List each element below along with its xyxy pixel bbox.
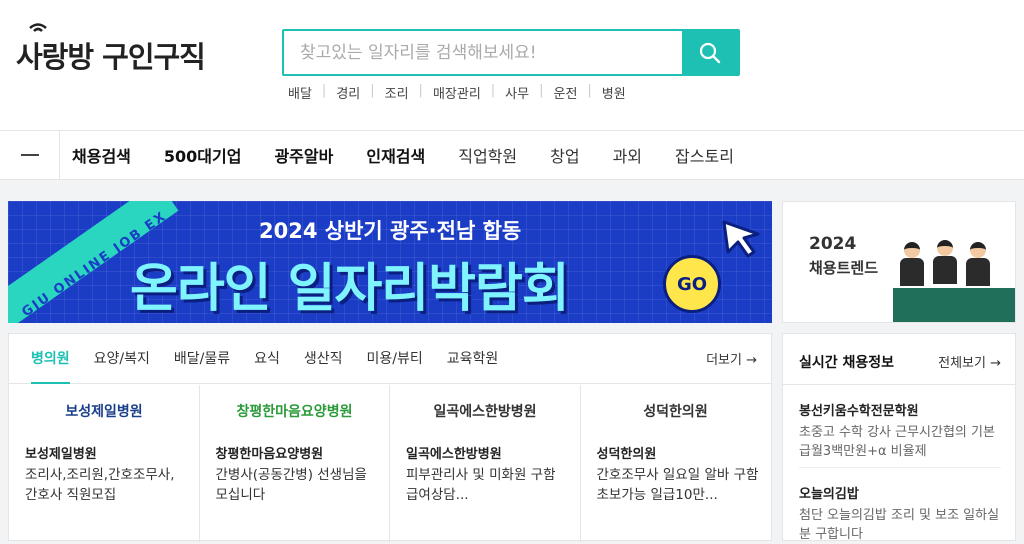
hiring-trend-banner[interactable]: 2024 채용트렌드 bbox=[782, 201, 1016, 323]
interview-desk bbox=[893, 288, 1015, 322]
job-description: 조리사,조리원,간호조무사, 간호사 직원모집 bbox=[25, 467, 175, 503]
trend-title: 채용트렌드 bbox=[809, 259, 879, 277]
nav-items: 채용검색 500대기업 광주알바 인재검색 직업학원 창업 과외 잡스토리 bbox=[60, 143, 767, 167]
job-description: 간호조무사 일요일 알바 구함 초보가능 일급10만... bbox=[596, 467, 759, 503]
header: 사랑방 구인구직 배달| 경리| 조리| 매장관리| 사무| 운전| 병원 bbox=[0, 0, 1024, 130]
person-head bbox=[904, 242, 920, 258]
nav-item-job-story[interactable]: 잡스토리 bbox=[675, 143, 734, 167]
search-box bbox=[282, 29, 740, 76]
company-logo: 보성제일병원 bbox=[65, 404, 143, 420]
job-description: 피부관리사 및 미화원 구함 급여상담... bbox=[406, 467, 556, 503]
company-logo: 창평한마음요양병원 bbox=[236, 404, 353, 420]
trend-year: 2024 bbox=[809, 234, 857, 254]
cursor-arrow-icon bbox=[722, 220, 760, 258]
company-logo: 성덕한의원 bbox=[643, 404, 708, 420]
realtime-desc: 첨단 오늘의김밥 조리 및 보조 일하실분 구합니다 bbox=[799, 508, 1000, 542]
realtime-job-item[interactable]: 봉선키움수학전문학원 초중고 수학 강사 근무시간협의 기본급월3백만원+α 비… bbox=[799, 400, 1005, 461]
interviewer-illustration bbox=[964, 242, 992, 292]
tab-education[interactable]: 교육학원 bbox=[447, 334, 499, 384]
panel-divider bbox=[783, 384, 1015, 385]
tab-care-welfare[interactable]: 요양/복지 bbox=[94, 334, 150, 384]
keyword-link[interactable]: 배달 bbox=[288, 83, 322, 102]
job-cards: 보성제일병원 보성제일병원 조리사,조리원,간호조무사, 간호사 직원모집 창평… bbox=[9, 385, 771, 542]
realtime-title: 실시간 채용정보 bbox=[799, 355, 895, 371]
company-name: 성덕한의원 bbox=[596, 447, 657, 462]
tab-hospital[interactable]: 병의원 bbox=[31, 334, 70, 384]
person-head bbox=[970, 242, 986, 258]
job-card[interactable]: 일곡에스한방병원 일곡에스한방병원 피부관리사 및 미화원 구함 급여상담... bbox=[390, 385, 581, 542]
job-card[interactable]: 창평한마음요양병원 창평한마음요양병원 간병사(공동간병) 선생님을 모십니다 bbox=[200, 385, 390, 542]
company-name: 보성제일병원 bbox=[25, 447, 97, 462]
realtime-company: 봉선키움수학전문학원 bbox=[799, 404, 919, 419]
banner-go-button[interactable]: GO bbox=[663, 255, 721, 313]
search-button[interactable] bbox=[682, 31, 738, 74]
keyword-link[interactable]: 경리 bbox=[326, 83, 370, 102]
tab-production[interactable]: 생산직 bbox=[304, 334, 343, 384]
keyword-link[interactable]: 사무 bbox=[495, 83, 539, 102]
person-body bbox=[966, 258, 990, 286]
job-card[interactable]: 보성제일병원 보성제일병원 조리사,조리원,간호조무사, 간호사 직원모집 bbox=[9, 385, 200, 542]
search-input[interactable] bbox=[284, 31, 684, 74]
banner-subtitle: 2024 상반기 광주·전남 합동 bbox=[259, 219, 522, 243]
logo-text: 사랑방 구인구직 bbox=[16, 40, 206, 74]
nav-item-tutoring[interactable]: 과외 bbox=[613, 143, 642, 167]
job-description: 간병사(공동간병) 선생님을 모십니다 bbox=[215, 467, 367, 503]
nav-item-vocational-school[interactable]: 직업학원 bbox=[458, 143, 517, 167]
job-card[interactable]: 성덕한의원 성덕한의원 간호조무사 일요일 알바 구함 초보가능 일급10만..… bbox=[581, 385, 772, 542]
nav-item-startup[interactable]: 창업 bbox=[550, 143, 579, 167]
keyword-link[interactable]: 매장관리 bbox=[423, 83, 491, 102]
more-link[interactable]: 더보기 → bbox=[706, 349, 757, 368]
hamburger-menu-icon[interactable] bbox=[0, 131, 60, 179]
tab-delivery-logistics[interactable]: 배달/물류 bbox=[174, 334, 230, 384]
nav-item-talent-search[interactable]: 인재검색 bbox=[366, 143, 425, 167]
tab-beauty[interactable]: 미용/뷰티 bbox=[367, 334, 423, 384]
nav-item-top500[interactable]: 500대기업 bbox=[164, 143, 242, 167]
hamburger-lines bbox=[20, 154, 39, 156]
keyword-link[interactable]: 조리 bbox=[375, 83, 419, 102]
company-name: 창평한마음요양병원 bbox=[215, 447, 324, 462]
person-body bbox=[933, 256, 957, 284]
tab-food-service[interactable]: 요식 bbox=[254, 334, 280, 384]
interviewer-illustration bbox=[931, 240, 959, 290]
category-jobs-panel: 병의원 요양/복지 배달/물류 요식 생산직 미용/뷰티 교육학원 더보기 → … bbox=[8, 333, 772, 542]
site-logo[interactable]: 사랑방 구인구직 bbox=[16, 23, 206, 76]
search-icon bbox=[699, 42, 721, 63]
keyword-link[interactable]: 운전 bbox=[543, 83, 587, 102]
realtime-company: 오늘의김밥 bbox=[799, 487, 859, 502]
person-body bbox=[900, 258, 924, 286]
job-fair-banner[interactable]: GJU ONLINE JOB EX 2024 상반기 광주·전남 합동 온라인 … bbox=[8, 201, 772, 323]
realtime-desc: 초중고 수학 강사 근무시간협의 기본급월3백만원+α 비율제 bbox=[799, 425, 995, 459]
wifi-icon bbox=[29, 23, 47, 32]
view-all-link[interactable]: 전체보기 → bbox=[938, 352, 1001, 371]
realtime-job-item[interactable]: 오늘의김밥 첨단 오늘의김밥 조리 및 보조 일하실분 구합니다 bbox=[799, 483, 1005, 544]
person-head bbox=[937, 240, 953, 256]
interviewer-illustration bbox=[898, 242, 926, 292]
main-nav: 채용검색 500대기업 광주알바 인재검색 직업학원 창업 과외 잡스토리 bbox=[0, 130, 1024, 180]
realtime-jobs-panel: 실시간 채용정보 전체보기 → 봉선키움수학전문학원 초중고 수학 강사 근무시… bbox=[782, 333, 1016, 544]
company-name: 일곡에스한방병원 bbox=[406, 447, 502, 462]
company-logo: 일곡에스한방병원 bbox=[433, 404, 537, 420]
nav-item-gwangju-parttime[interactable]: 광주알바 bbox=[274, 143, 333, 167]
category-tabs: 병의원 요양/복지 배달/물류 요식 생산직 미용/뷰티 교육학원 bbox=[9, 334, 771, 384]
popular-keywords: 배달 | 경리 | 조리 | 매장관리 | 사무 | 운전 | 병원 bbox=[288, 83, 636, 102]
keyword-link[interactable]: 병원 bbox=[592, 83, 636, 102]
nav-item-job-search[interactable]: 채용검색 bbox=[72, 143, 131, 167]
item-divider bbox=[799, 467, 1001, 468]
banner-title: 온라인 일자리박람회 bbox=[130, 259, 570, 319]
